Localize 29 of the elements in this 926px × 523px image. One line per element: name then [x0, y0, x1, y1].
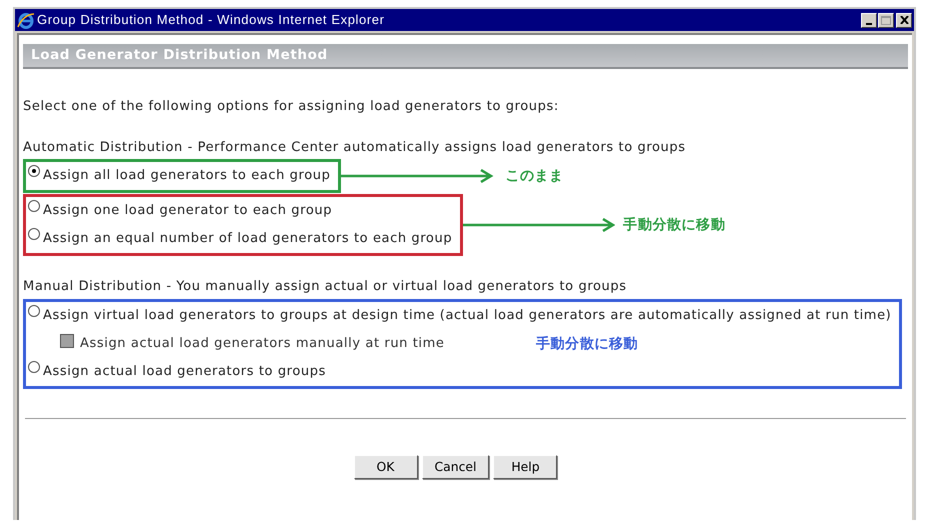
- maximize-button[interactable]: [878, 12, 894, 28]
- option-label: Assign actual load generators manually at run time: [80, 334, 444, 353]
- minimize-icon: [866, 22, 872, 26]
- minimize-button[interactable]: [861, 12, 877, 28]
- section-heading: Manual Distribution - You manually assign actual or virtual load generators to groups: [23, 278, 628, 296]
- browser-logo-icon: [17, 12, 35, 28]
- annotation-note: 手動分散に移動: [623, 216, 726, 234]
- radio-button[interactable]: [28, 304, 40, 316]
- radio-button[interactable]: [28, 228, 40, 240]
- close-button[interactable]: [896, 12, 912, 28]
- instruction-text: Select one of the following options for assigning load generators to groups:: [23, 98, 560, 116]
- section-header: Load Generator Distribution Method: [23, 44, 908, 69]
- option-label: Assign actual load generators to groups: [43, 362, 326, 381]
- radio-button[interactable]: [28, 165, 40, 177]
- section-heading: Automatic Distribution - Performance Center automatically assigns load generators to groups: [23, 138, 687, 156]
- window-title: Group Distribution Method - Windows Internet Explorer: [37, 11, 385, 30]
- dialog-button[interactable]: Cancel: [422, 454, 490, 480]
- option-label: Assign one load generator to each group: [43, 202, 332, 220]
- radio-button[interactable]: [28, 200, 40, 212]
- option-label: Assign all load generators to each group: [43, 167, 330, 186]
- option-label: Assign an equal number of load generators to each group: [43, 230, 452, 248]
- close-icon: [900, 16, 908, 24]
- maximize-icon: [881, 16, 891, 24]
- dialog-button[interactable]: OK: [354, 454, 418, 480]
- radio-button[interactable]: [28, 360, 40, 372]
- annotation-note: このまま: [505, 166, 564, 186]
- option-label: Assign virtual load generators to groups at design time (actual load generators are automatically assigned at run time): [43, 306, 892, 325]
- dialog-button[interactable]: Help: [493, 454, 558, 480]
- annotation-note: 手動分散に移動: [536, 334, 638, 354]
